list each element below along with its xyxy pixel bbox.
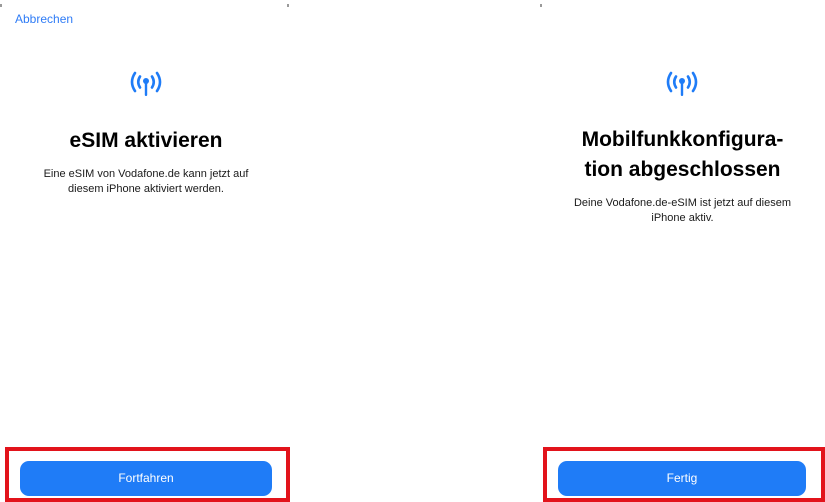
done-button[interactable]: Fertig <box>558 461 806 496</box>
page-title-line: tion abgeschlossen <box>584 158 781 181</box>
description-line: iPhone aktiv. <box>651 212 714 224</box>
page-title: eSIM aktivieren <box>69 129 223 152</box>
description-line: diesem iPhone aktiviert werden. <box>68 183 224 195</box>
description-text: Eine eSIM von Vodafone.de kann jetzt auf… <box>0 167 292 197</box>
cellular-antenna-icon <box>664 68 700 98</box>
description-line: Deine Vodafone.de-eSIM ist jetzt auf die… <box>573 197 792 209</box>
page-title-line: Mobilfunkkonfigura- <box>581 128 784 151</box>
description-text: Deine Vodafone.de-eSIM ist jetzt auf die… <box>540 196 825 226</box>
description-line: Eine eSIM von Vodafone.de kann jetzt auf <box>43 168 249 180</box>
corner-mark <box>0 4 2 7</box>
page-title: Mobilfunkkonfigura- tion abgeschlossen <box>540 125 825 185</box>
cellular-antenna-icon <box>128 68 164 98</box>
continue-button[interactable]: Fortfahren <box>20 461 272 496</box>
configuration-complete-screen: Mobilfunkkonfigura- tion abgeschlossen D… <box>540 0 825 502</box>
corner-mark <box>540 4 542 7</box>
stage: Abbrechen eSIM aktivieren Eine eSIM von … <box>0 0 825 502</box>
esim-activation-screen: Abbrechen eSIM aktivieren Eine eSIM von … <box>0 0 292 502</box>
cancel-link[interactable]: Abbrechen <box>15 12 73 26</box>
corner-mark <box>287 4 289 7</box>
